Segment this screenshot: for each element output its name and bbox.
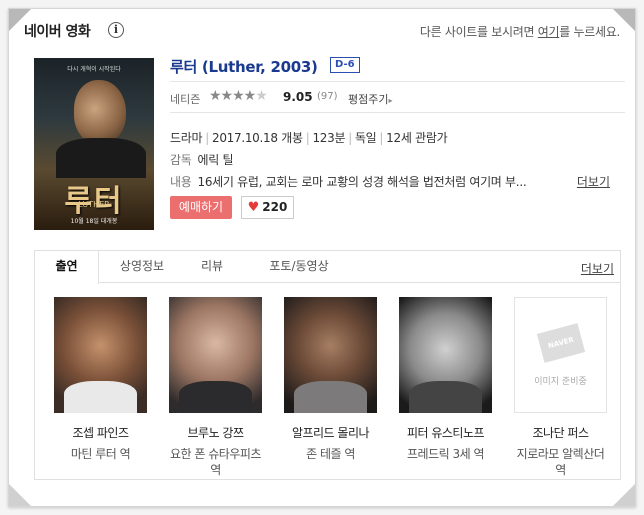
director-label: 감독: [170, 153, 192, 167]
poster-figure-body: [56, 138, 146, 178]
cast-role: 프레드릭 3세 역: [406, 447, 485, 461]
redirect-link[interactable]: 여기: [538, 25, 560, 39]
cast-item[interactable]: 피터 유스티노프 프레드릭 3세 역: [399, 297, 492, 462]
poster-subtitle: LUTHER: [78, 200, 110, 209]
cast-role: 지로라모 알렉산더 역: [516, 447, 605, 477]
cast-photo-clothing: [64, 381, 137, 413]
tab-photo-video[interactable]: 포토/동영상: [249, 251, 349, 283]
rate-link-label: 평점주기: [348, 93, 389, 106]
divider: |: [305, 131, 310, 145]
naver-logo-icon: NAVER: [536, 323, 586, 363]
cast-photo[interactable]: [169, 297, 262, 413]
content-line: 내용 16세기 유럽, 교회는 로마 교황의 성경 해석을 법전처럼 여기며 부.…: [170, 173, 527, 190]
tab-reviews[interactable]: 리뷰: [187, 251, 237, 283]
info-icon[interactable]: i: [108, 22, 124, 38]
cast-name[interactable]: 조셉 파인즈: [54, 424, 147, 441]
detail-tab-panel: 출연 상영정보 리뷰 포토/동영상 더보기 조셉 파인즈 마틴 루터 역 브루노…: [34, 250, 621, 480]
release-date: 2017.10.18 개봉: [211, 131, 303, 145]
cast-name[interactable]: 알프리드 몰리나: [284, 424, 377, 441]
like-count: 220: [262, 200, 288, 214]
poster-figure: [74, 80, 126, 144]
movie-card: 네이버 영화 i 다른 사이트를 보시려면 여기를 누르세요. 다시 개혁이 시…: [8, 8, 636, 507]
corner-decoration: [613, 484, 635, 506]
redirect-suffix: 를 누르세요.: [559, 25, 620, 39]
divider: |: [348, 131, 352, 145]
cast-photo-clothing: [294, 381, 367, 413]
cast-photo-placeholder[interactable]: NAVER 이미지 준비중: [514, 297, 607, 413]
runtime: 123분: [312, 131, 346, 145]
poster-tagline: 다시 개혁이 시작된다: [67, 66, 121, 73]
movie-poster[interactable]: 다시 개혁이 시작된다 루터 LUTHER 10월 18일 대개봉: [34, 58, 154, 230]
divider: |: [379, 131, 384, 145]
content-summary: 16세기 유럽, 교회는 로마 교황의 성경 해석을 법전처럼 여기며 부...: [197, 175, 527, 189]
full-stars: ★★★★: [209, 88, 256, 104]
synopsis-more-link[interactable]: 더보기: [577, 173, 610, 190]
like-button[interactable]: ♥ 220: [241, 196, 294, 219]
cast-photo-clothing: [409, 381, 482, 413]
score-label: 네티즌: [170, 93, 201, 106]
cast-photo[interactable]: [284, 297, 377, 413]
tab-showtimes[interactable]: 상영정보: [107, 251, 177, 283]
brand-title: 네이버 영화: [24, 24, 91, 40]
cast-photo[interactable]: [399, 297, 492, 413]
content-label: 내용: [170, 175, 192, 189]
cast-item[interactable]: 브루노 강쯔 요한 폰 슈타우피츠 역: [169, 297, 262, 478]
cast-role: 마틴 루터 역: [70, 447, 131, 461]
reserve-button[interactable]: 예매하기: [170, 196, 232, 219]
poster-title: 루터: [64, 184, 124, 219]
redirect-notice: 다른 사이트를 보시려면 여기를 누르세요.: [420, 23, 620, 40]
score-row: 네티즌 ★★★★★ 9.05 (97) 평점주기▸: [170, 82, 625, 113]
cast-name[interactable]: 조나단 퍼스: [514, 424, 607, 441]
score-value: 9.05: [283, 90, 313, 104]
movie-info: 루터 (Luther, 2003) D-6 네티즌 ★★★★★ 9.05 (97…: [170, 56, 625, 219]
title-row: 루터 (Luther, 2003) D-6: [170, 56, 625, 82]
cast-photo[interactable]: [54, 297, 147, 413]
country[interactable]: 독일: [355, 131, 377, 145]
score-count: (97): [317, 91, 338, 102]
tab-more-link[interactable]: 더보기: [581, 260, 614, 277]
cast-item[interactable]: 조셉 파인즈 마틴 루터 역: [54, 297, 147, 462]
director-name[interactable]: 에릭 틸: [197, 153, 233, 167]
age-rating: 12세 관람가: [386, 131, 448, 145]
cast-role: 존 테즐 역: [306, 447, 355, 461]
redirect-prefix: 다른 사이트를 보시려면: [419, 25, 538, 39]
dday-badge: D-6: [330, 57, 360, 73]
divider: |: [205, 131, 209, 145]
star-rating-icon: ★★★★★: [209, 88, 268, 104]
corner-decoration: [9, 484, 31, 506]
card-header: 네이버 영화 i 다른 사이트를 보시려면 여기를 누르세요.: [24, 21, 620, 43]
tab-cast[interactable]: 출연: [35, 251, 99, 284]
movie-title[interactable]: 루터 (Luther, 2003): [170, 58, 318, 76]
director-line: 감독 에릭 틸: [170, 151, 234, 168]
no-image-label: 이미지 준비중: [534, 377, 587, 387]
poster-date: 10월 18일 대개봉: [70, 218, 118, 225]
meta-line: 드라마 | 2017.10.18 개봉 | 123분 | 독일 | 12세 관람가: [170, 129, 448, 146]
heart-icon: ♥: [247, 200, 260, 215]
cast-name[interactable]: 피터 유스티노프: [399, 424, 492, 441]
tab-bar: 출연 상영정보 리뷰 포토/동영상 더보기: [35, 251, 620, 284]
rate-link[interactable]: 평점주기▸: [348, 91, 393, 107]
genre[interactable]: 드라마: [170, 131, 203, 145]
chevron-right-icon: ▸: [388, 96, 393, 105]
cast-item[interactable]: NAVER 이미지 준비중 조나단 퍼스 지로라모 알렉산더 역: [514, 297, 607, 478]
cast-photo-clothing: [179, 381, 252, 413]
cast-role: 요한 폰 슈타우피츠 역: [170, 447, 261, 477]
cast-item[interactable]: 알프리드 몰리나 존 테즐 역: [284, 297, 377, 462]
half-star-icon: ★: [255, 88, 268, 104]
cast-name[interactable]: 브루노 강쯔: [169, 424, 262, 441]
